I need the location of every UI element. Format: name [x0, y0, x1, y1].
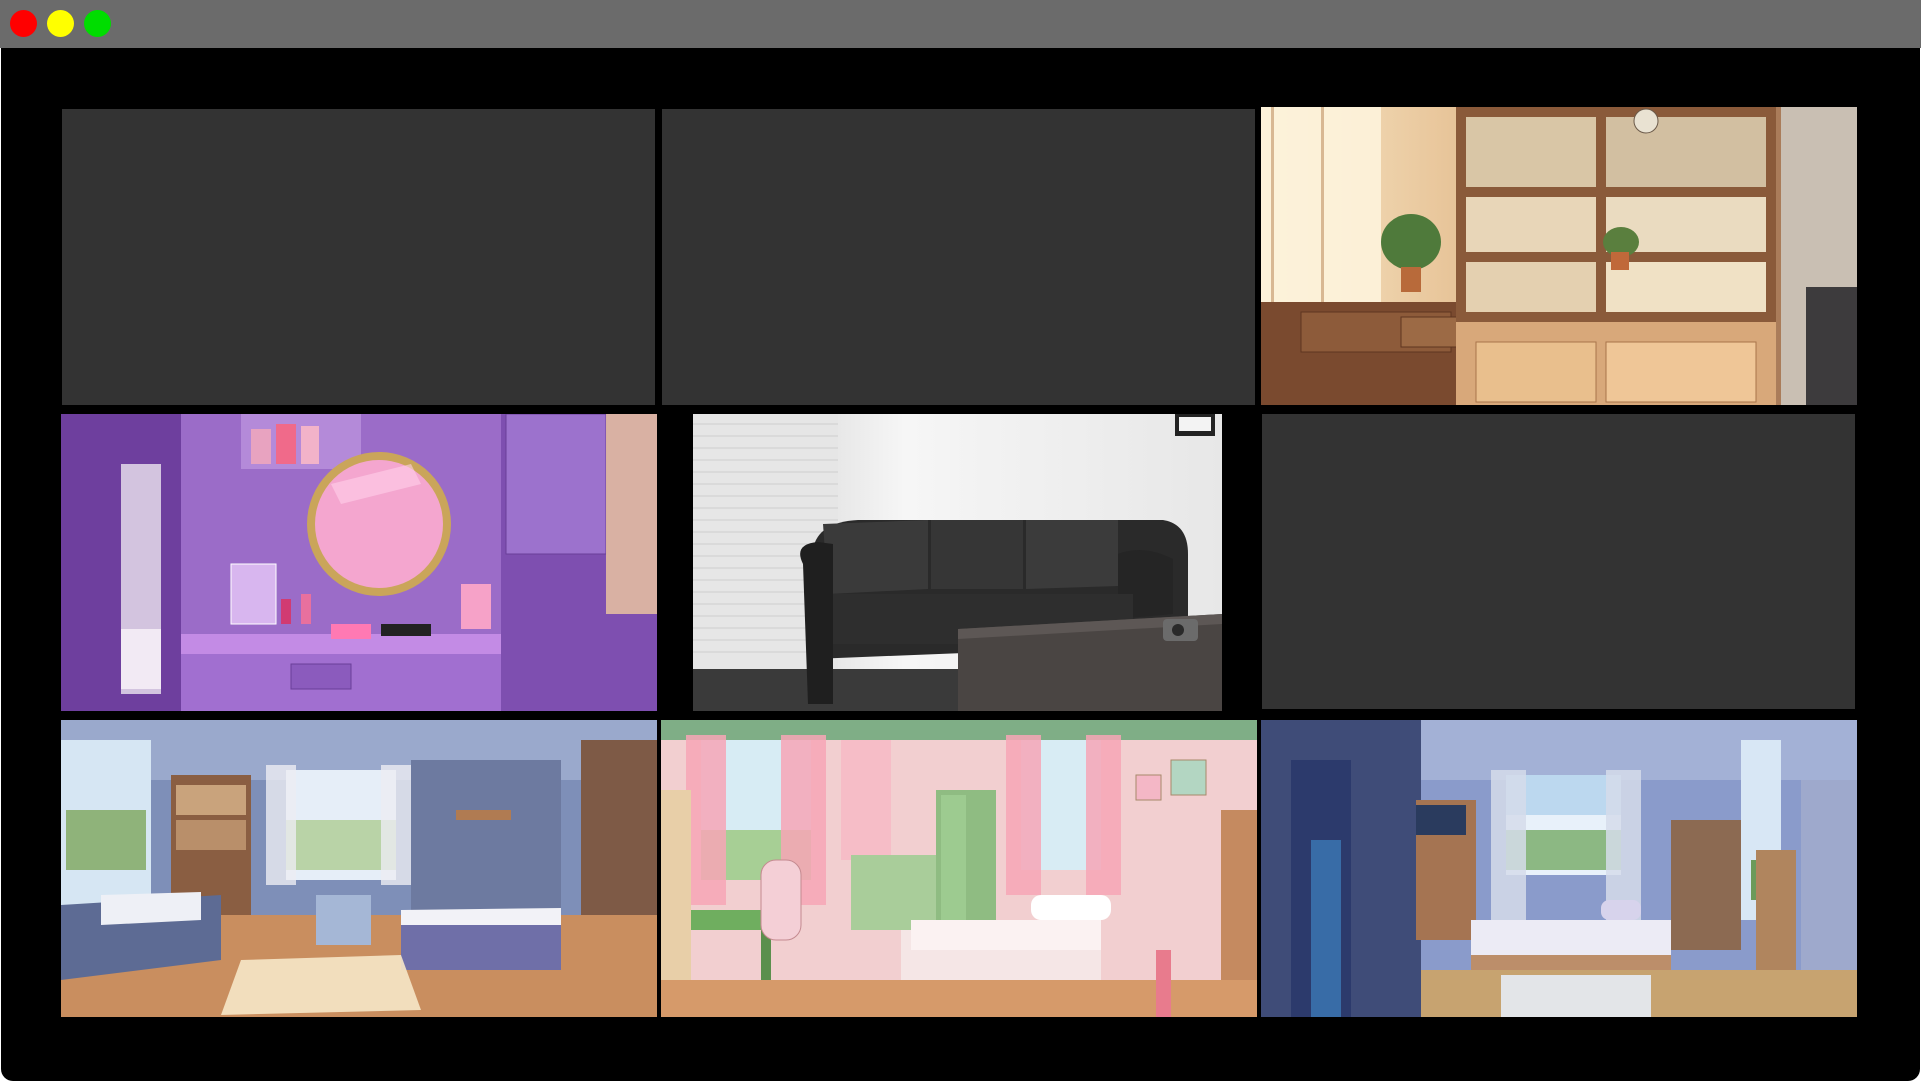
- participant-tile-blue-bedroom[interactable]: [61, 720, 657, 1017]
- participant-tile-pink-bedroom[interactable]: [661, 720, 1257, 1017]
- vanity-room-image: [61, 414, 657, 711]
- window-bedroom-image: [1261, 720, 1857, 1017]
- minimize-button[interactable]: [47, 10, 74, 37]
- participant-tile-empty[interactable]: [662, 109, 1255, 405]
- pink-bedroom-image: [661, 720, 1257, 1017]
- close-button[interactable]: [10, 10, 37, 37]
- participant-tile-bookshelf-room[interactable]: [1261, 107, 1857, 405]
- maximize-button[interactable]: [84, 10, 111, 37]
- blue-bedroom-image: [61, 720, 657, 1017]
- sofa-room-image: [693, 414, 1222, 711]
- video-grid: [1, 48, 1920, 1081]
- participant-tile-sofa-room[interactable]: [693, 414, 1222, 711]
- title-bar: [0, 0, 1921, 48]
- video-call-window: [0, 0, 1921, 1081]
- bookshelf-room-image: [1261, 107, 1857, 405]
- participant-tile-vanity-room[interactable]: [61, 414, 657, 711]
- participant-tile-empty[interactable]: [62, 109, 655, 405]
- participant-tile-window-bedroom[interactable]: [1261, 720, 1857, 1017]
- participant-tile-empty[interactable]: [1262, 414, 1855, 709]
